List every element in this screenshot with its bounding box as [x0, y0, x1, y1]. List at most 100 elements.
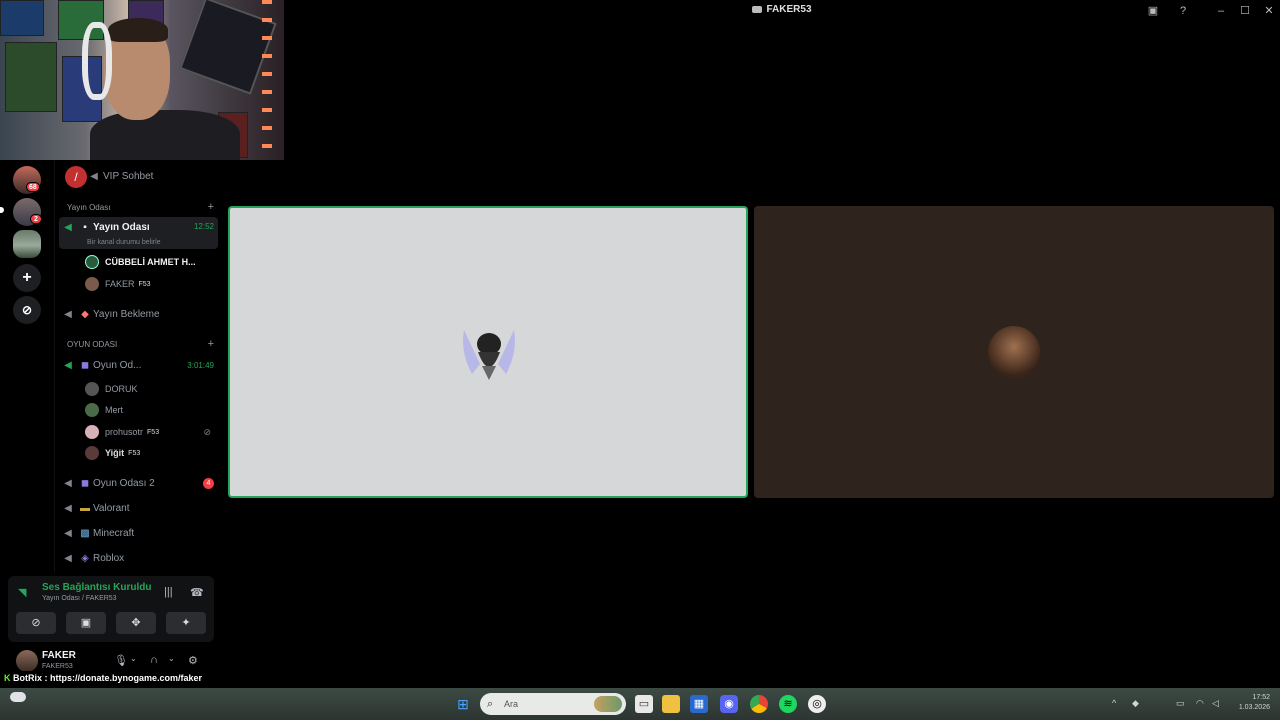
- vip-server-avatar: /: [65, 166, 87, 188]
- muted-icon: ⊘: [203, 426, 211, 437]
- add-channel-icon[interactable]: +: [208, 202, 214, 213]
- speaker-icon: ◀: [64, 552, 72, 564]
- channel-timer: 3:01:49: [187, 360, 214, 370]
- unread-indicator: [0, 207, 4, 213]
- avatar: [988, 326, 1040, 378]
- inbox-icon[interactable]: ▣: [1146, 4, 1160, 18]
- streamer-hair: [108, 18, 168, 42]
- channel-list: / ◀ VIP Sohbet Yayın Odası + ◀ ▪ Yayın O…: [54, 160, 222, 572]
- disconnect-icon[interactable]: ☎: [190, 586, 204, 599]
- botrix-banner: K BotRix : https://donate.bynogame.com/f…: [0, 671, 240, 685]
- gear-icon[interactable]: ⚙: [188, 654, 198, 667]
- voice-connection-panel: ◥ Ses Bağlantısı Kuruldu Yayın Odası / F…: [8, 576, 214, 642]
- window-title: FAKER53: [284, 4, 1280, 15]
- voice-user[interactable]: Mert: [85, 400, 211, 420]
- search-placeholder: Ara: [504, 699, 519, 709]
- user-name: FAKER: [105, 279, 135, 289]
- led-strip: [262, 0, 272, 160]
- microphone-icon[interactable]: 🎙: [114, 654, 128, 667]
- mention-badge: 2: [30, 214, 42, 224]
- store-icon[interactable]: ▦: [690, 695, 708, 713]
- screen-share-button[interactable]: ▣: [66, 612, 106, 634]
- voice-user[interactable]: DORUK: [85, 379, 211, 399]
- app-icon: [752, 5, 763, 13]
- voice-status[interactable]: Ses Bağlantısı Kuruldu: [42, 582, 151, 593]
- user-tag: F53: [138, 280, 151, 288]
- spotify-icon[interactable]: ≋: [779, 695, 797, 713]
- speaker-icon: ◀: [64, 308, 72, 320]
- taskbar-search[interactable]: ⌕ Ara: [480, 693, 626, 715]
- chevron-down-icon[interactable]: ⌄: [168, 654, 175, 663]
- alien-icon: ◈: [81, 552, 89, 564]
- task-view-icon[interactable]: ▭: [635, 695, 653, 713]
- tv-icon: ▪: [83, 222, 87, 233]
- channel-oyun-odasi-2[interactable]: ◀ ◼ Oyun Odası 2 4: [59, 471, 218, 495]
- weather-widget[interactable]: [10, 692, 26, 702]
- explore-icon[interactable]: ⊘: [13, 296, 41, 324]
- signal-icon[interactable]: ◥: [18, 586, 26, 599]
- voice-user[interactable]: Yiğit F53: [85, 443, 211, 463]
- maximize-button[interactable]: ☐: [1238, 4, 1252, 18]
- minimize-button[interactable]: –: [1214, 4, 1228, 18]
- help-icon[interactable]: ?: [1176, 4, 1190, 18]
- chevron-up-icon[interactable]: ^: [1112, 698, 1116, 708]
- channel-vip-sohbet[interactable]: ◀ VIP Sohbet: [85, 164, 218, 188]
- kick-icon: K: [4, 673, 11, 683]
- soundboard-button[interactable]: ✦: [166, 612, 206, 634]
- network-tray-icon[interactable]: ◆: [1132, 698, 1139, 709]
- obs-icon[interactable]: ◎: [808, 695, 826, 713]
- camera-button[interactable]: ⊘: [16, 612, 56, 634]
- channel-oyun-odasi[interactable]: ◀ ◼ Oyun Od... 3:01:49: [59, 353, 218, 377]
- server-icon[interactable]: [13, 230, 41, 258]
- user-name: CÜBBELİ AHMET H...: [105, 257, 196, 267]
- noise-suppression-icon[interactable]: |||: [164, 586, 173, 598]
- channel-valorant[interactable]: ◀ ▬ Valorant: [59, 496, 218, 520]
- chevron-down-icon[interactable]: ⌄: [130, 654, 137, 663]
- add-channel-icon[interactable]: +: [208, 339, 214, 350]
- channel-status-hint[interactable]: Bir kanal durumu belirle: [87, 239, 161, 246]
- speaker-icon: ◀: [64, 477, 72, 489]
- gamepad-icon: ◼: [80, 359, 90, 371]
- gun-icon: ▬: [80, 502, 90, 514]
- close-button[interactable]: ✕: [1262, 4, 1276, 18]
- file-explorer-icon[interactable]: [662, 695, 680, 713]
- discord-icon[interactable]: ◉: [720, 695, 738, 713]
- user-panel-name[interactable]: FAKER: [42, 650, 76, 661]
- poster: [0, 0, 44, 36]
- category-yayin-odasi[interactable]: Yayın Odası +: [67, 202, 214, 213]
- taskbar: ⊞ ⌕ Ara ▭ ▦ ◉ ≋ ◎ ^ ◆ ▭ ◠ ◁ 17:52 1.03.2…: [0, 688, 1280, 720]
- poster: [5, 42, 57, 112]
- channel-minecraft[interactable]: ◀ ▩ Minecraft: [59, 521, 218, 545]
- channel-yayin-bekleme[interactable]: ◀ ◆ Yayın Bekleme: [59, 302, 218, 326]
- channel-label: Yayın Odası: [93, 222, 150, 233]
- chrome-icon[interactable]: [750, 695, 768, 713]
- channel-label: Oyun Od...: [93, 359, 142, 371]
- activities-button[interactable]: ✥: [116, 612, 156, 634]
- avatar: [85, 255, 99, 269]
- voice-user[interactable]: prohusotr F53 ⊘: [85, 422, 211, 442]
- wifi-icon[interactable]: ◠: [1196, 698, 1204, 709]
- search-icon: ⌕: [487, 698, 494, 710]
- add-server-icon[interactable]: +: [13, 264, 41, 292]
- avatar: [85, 382, 99, 396]
- taskbar-clock[interactable]: 17:52 1.03.2026: [1239, 693, 1270, 713]
- user-panel-subtitle: FAKER53: [42, 663, 73, 670]
- video-tile-speaking[interactable]: [228, 206, 748, 498]
- channel-label: Minecraft: [93, 527, 135, 539]
- display-tray-icon[interactable]: ▭: [1176, 698, 1185, 709]
- voice-location[interactable]: Yayın Odası / FAKER53: [42, 595, 117, 602]
- voice-user[interactable]: CÜBBELİ AHMET H...: [85, 252, 211, 272]
- volume-icon[interactable]: ◁: [1212, 698, 1219, 709]
- user-name: Yiğit: [105, 448, 125, 458]
- avatar: [85, 277, 99, 291]
- category-label: Yayın Odası: [67, 203, 111, 212]
- streamer-shirt: [90, 110, 240, 160]
- window-title-text: FAKER53: [766, 4, 812, 15]
- avatar[interactable]: [16, 650, 38, 672]
- start-icon[interactable]: ⊞: [454, 695, 472, 713]
- headphones-icon[interactable]: ∩: [150, 654, 158, 666]
- video-tile[interactable]: [754, 206, 1274, 498]
- category-oyun-odasi[interactable]: OYUN ODASI +: [67, 339, 214, 350]
- channel-roblox[interactable]: ◀ ◈ Roblox: [59, 546, 218, 570]
- voice-user[interactable]: FAKER F53: [85, 274, 211, 294]
